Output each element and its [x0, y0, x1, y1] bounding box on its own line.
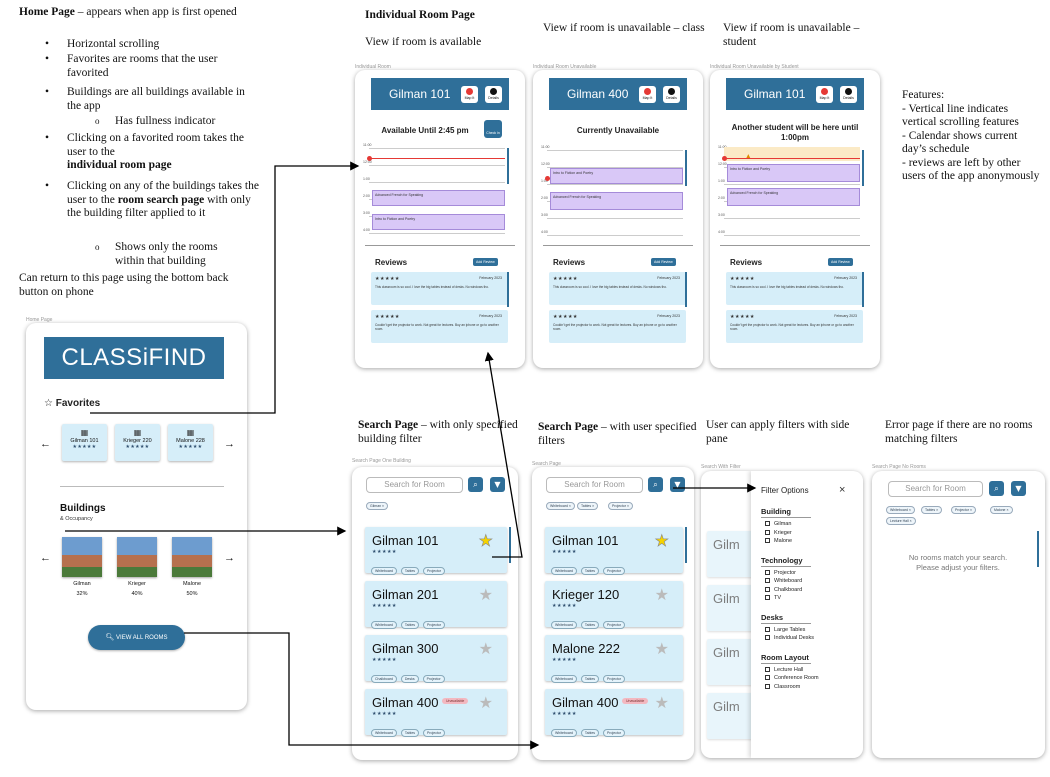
arrow-viewall-to-search	[184, 632, 540, 750]
arrow-room-to-detail	[484, 351, 523, 558]
arrow-favorite-to-room	[90, 161, 360, 414]
flow-arrows	[65, 161, 757, 750]
